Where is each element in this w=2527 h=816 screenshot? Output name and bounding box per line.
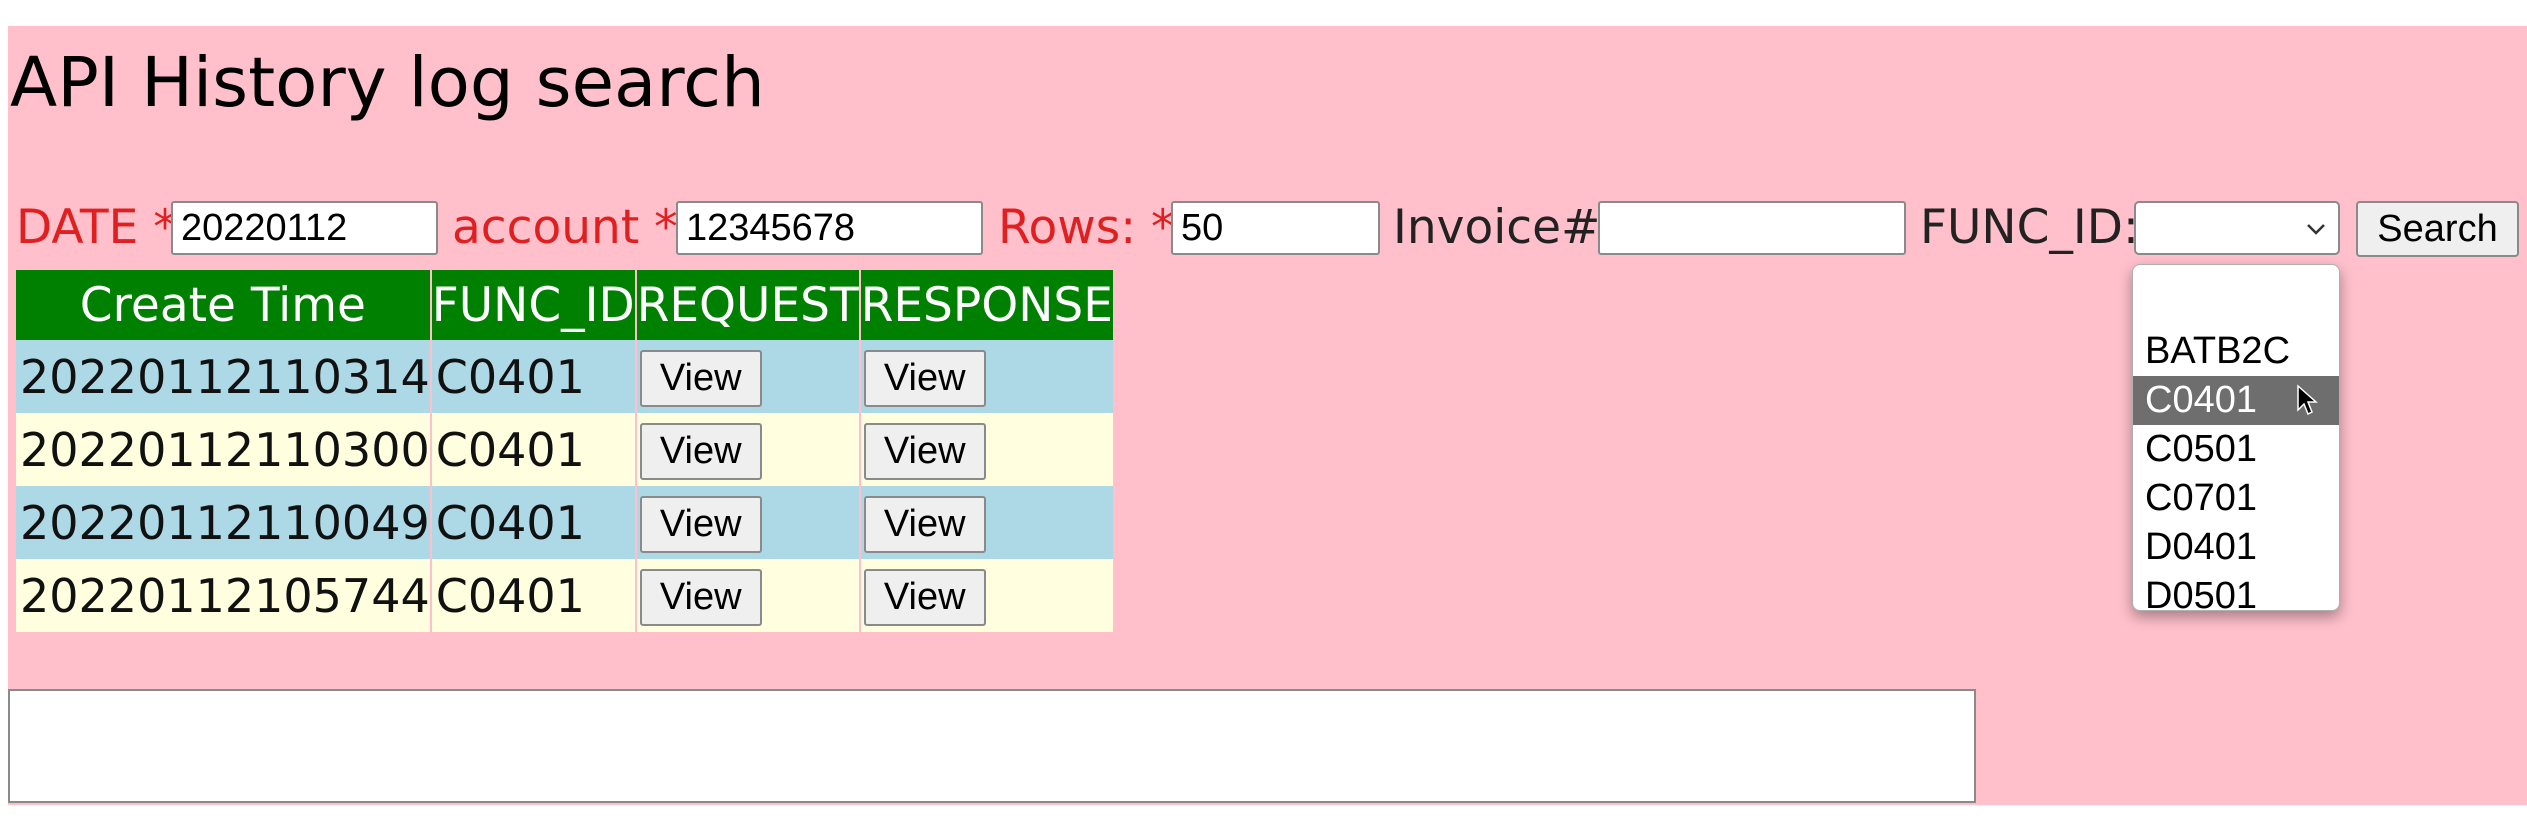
table-row: 20220112110314 C0401 View View (16, 340, 1115, 413)
account-label: account * (452, 200, 678, 255)
create-time-cell: 20220112110314 (16, 340, 432, 413)
create-time-cell: 20220112105744 (16, 559, 432, 632)
dropdown-option[interactable]: D0501 (2133, 572, 2339, 610)
view-response-button[interactable]: View (863, 349, 986, 407)
view-request-button[interactable]: View (639, 349, 762, 407)
invoice-label: Invoice#: (1393, 200, 1617, 255)
dropdown-option[interactable]: D0401 (2133, 523, 2339, 572)
invoice-input[interactable] (1598, 201, 1906, 255)
dropdown-option[interactable]: C0501 (2133, 425, 2339, 474)
view-request-button[interactable]: View (639, 568, 762, 626)
create-time-cell: 20220112110300 (16, 413, 432, 486)
view-response-button[interactable]: View (863, 568, 986, 626)
mouse-cursor-icon (2297, 384, 2318, 416)
table-row: 20220112105744 C0401 View View (16, 559, 1115, 632)
view-response-button[interactable]: View (863, 422, 986, 480)
create-time-cell: 20220112110049 (16, 486, 432, 559)
dropdown-option[interactable]: BATB2C (2133, 327, 2339, 376)
date-label: DATE * (16, 200, 177, 255)
view-request-button[interactable]: View (639, 422, 762, 480)
dropdown-option-blank[interactable] (2133, 278, 2339, 327)
rows-input[interactable] (1171, 201, 1380, 255)
column-header-response: RESPONSE (859, 270, 1115, 340)
chevron-down-icon (2307, 224, 2325, 235)
table-header-row: Create Time FUNC_ID REQUEST RESPONSE (16, 270, 1115, 340)
func-id-select[interactable] (2134, 201, 2340, 255)
dropdown-option[interactable]: C0701 (2133, 474, 2339, 523)
column-header-func-id: FUNC_ID (430, 270, 637, 340)
view-response-button[interactable]: View (863, 495, 986, 553)
func-id-cell: C0401 (430, 559, 637, 632)
results-table: Create Time FUNC_ID REQUEST RESPONSE 202… (16, 270, 1115, 632)
date-input[interactable] (171, 201, 438, 255)
func-id-cell: C0401 (430, 413, 637, 486)
func-id-cell: C0401 (430, 340, 637, 413)
table-row: 20220112110300 C0401 View View (16, 413, 1115, 486)
view-request-button[interactable]: View (639, 495, 762, 553)
table-row: 20220112110049 C0401 View View (16, 486, 1115, 559)
account-input[interactable] (676, 201, 983, 255)
search-button[interactable]: Search (2356, 201, 2519, 257)
func-id-dropdown-list: BATB2C C0401 C0501 C0701 D0401 D0501 (2132, 264, 2340, 611)
column-header-request: REQUEST (635, 270, 861, 340)
func-id-label: FUNC_ID: (1920, 200, 2139, 255)
output-textarea[interactable] (8, 689, 1976, 803)
column-header-create-time: Create Time (16, 270, 432, 340)
func-id-cell: C0401 (430, 486, 637, 559)
rows-label: Rows: * (998, 200, 1175, 255)
page-title: API History log search (10, 43, 765, 123)
